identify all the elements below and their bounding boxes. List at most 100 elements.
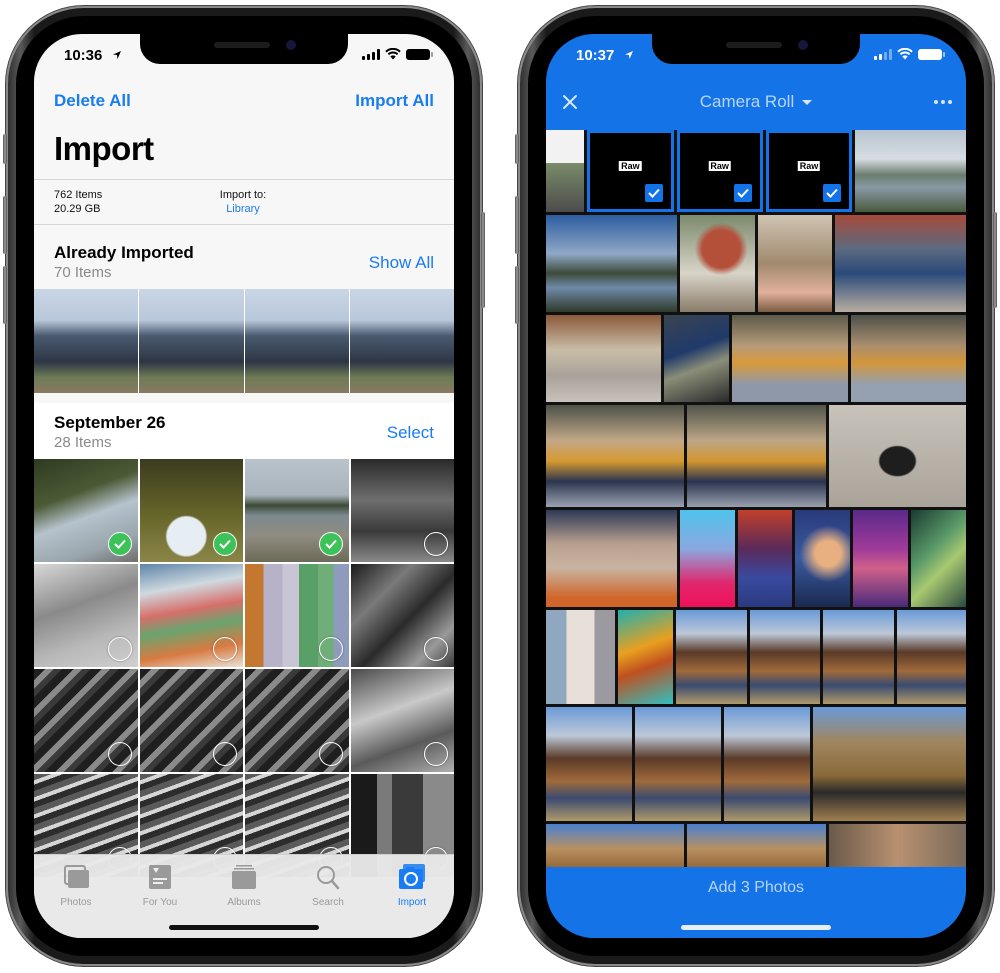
raw-photo-tile-selected[interactable]: Raw bbox=[587, 130, 674, 212]
selection-circle-icon[interactable] bbox=[213, 742, 237, 766]
battery-icon bbox=[918, 48, 945, 60]
tab-label: Albums bbox=[227, 897, 261, 908]
photo-thumbnail[interactable] bbox=[850, 315, 966, 402]
phone-frame-left: 10:36 Delete All Import All Import 762 I… bbox=[3, 6, 485, 966]
photo-thumbnail[interactable] bbox=[546, 510, 677, 607]
photo-thumbnail[interactable] bbox=[749, 610, 821, 704]
photo-thumbnail[interactable] bbox=[139, 669, 243, 772]
imported-photo-thumbnail[interactable] bbox=[349, 289, 454, 393]
tab-label: For You bbox=[142, 897, 178, 908]
photo-thumbnail[interactable] bbox=[634, 707, 721, 821]
photo-thumbnail[interactable] bbox=[664, 315, 730, 402]
home-indicator[interactable] bbox=[169, 925, 319, 930]
phone-frame-right: 10:37 Camera Roll Raw Raw Raw Add 3 Photos bbox=[515, 6, 997, 966]
photo-thumbnail[interactable] bbox=[687, 824, 826, 867]
photo-thumbnail[interactable] bbox=[139, 459, 243, 562]
photo-thumbnail[interactable] bbox=[245, 459, 349, 562]
grid-row: Raw Raw Raw bbox=[546, 130, 966, 212]
selection-circle-icon[interactable] bbox=[424, 532, 448, 556]
delete-all-button[interactable]: Delete All bbox=[54, 91, 131, 111]
tab-label: Search bbox=[312, 897, 344, 908]
raw-photo-tile-selected[interactable]: Raw bbox=[765, 130, 853, 212]
album-picker[interactable]: Camera Roll bbox=[546, 92, 966, 112]
photo-thumbnail[interactable] bbox=[855, 130, 966, 212]
cellular-signal-icon bbox=[362, 48, 380, 60]
photo-thumbnail[interactable] bbox=[34, 459, 138, 562]
imported-photo-thumbnail[interactable] bbox=[34, 289, 139, 393]
photo-thumbnail[interactable] bbox=[676, 610, 747, 704]
photo-thumbnail[interactable] bbox=[823, 610, 894, 704]
checkmark-icon[interactable] bbox=[213, 532, 237, 556]
checkmark-icon[interactable] bbox=[107, 532, 132, 556]
grid-row bbox=[546, 215, 966, 312]
imported-photo-thumbnail[interactable] bbox=[244, 289, 349, 393]
raw-badge: Raw bbox=[619, 161, 642, 172]
imported-photo-thumbnail[interactable] bbox=[139, 289, 244, 393]
photo-thumbnail[interactable] bbox=[679, 510, 735, 607]
home-indicator[interactable] bbox=[681, 925, 831, 930]
photo-thumbnail[interactable] bbox=[828, 824, 966, 867]
photo-thumbnail[interactable] bbox=[546, 824, 685, 867]
grid-row bbox=[546, 707, 966, 821]
photo-thumbnail[interactable] bbox=[723, 707, 810, 821]
selection-circle-icon[interactable] bbox=[424, 637, 448, 661]
chevron-down-icon bbox=[802, 100, 813, 106]
raw-badge: Raw bbox=[797, 161, 821, 172]
volume-down-button bbox=[515, 266, 519, 324]
photo-thumbnail[interactable] bbox=[618, 610, 674, 704]
photo-thumbnail[interactable] bbox=[896, 610, 966, 704]
photo-thumbnail[interactable] bbox=[680, 215, 755, 312]
show-all-button[interactable]: Show All bbox=[369, 253, 434, 273]
grid-row bbox=[546, 824, 966, 867]
photo-thumbnail[interactable] bbox=[757, 215, 832, 312]
import-destination-link[interactable]: Library bbox=[198, 202, 288, 216]
total-size: 20.29 GB bbox=[54, 203, 101, 215]
selection-circle-icon[interactable] bbox=[424, 742, 448, 766]
selection-circle-icon[interactable] bbox=[318, 742, 343, 766]
select-button[interactable]: Select bbox=[387, 423, 434, 443]
selection-circle-icon[interactable] bbox=[318, 637, 343, 661]
photo-thumbnail[interactable] bbox=[812, 707, 966, 821]
photo-thumbnail[interactable] bbox=[350, 564, 454, 667]
photo-thumbnail[interactable] bbox=[34, 669, 138, 772]
photo-thumbnail[interactable] bbox=[350, 459, 454, 562]
photo-thumbnail[interactable] bbox=[546, 610, 616, 704]
tab-import[interactable]: Import bbox=[370, 855, 454, 938]
selection-circle-icon[interactable] bbox=[107, 742, 132, 766]
checkbox-checked-icon[interactable] bbox=[823, 184, 842, 202]
selection-circle-icon[interactable] bbox=[213, 637, 237, 661]
photo-thumbnail[interactable] bbox=[732, 315, 848, 402]
photo-thumbnail[interactable] bbox=[245, 564, 349, 667]
checkbox-checked-icon[interactable] bbox=[733, 184, 752, 202]
photo-thumbnail[interactable] bbox=[34, 564, 138, 667]
wifi-icon bbox=[385, 48, 401, 60]
photo-thumbnail[interactable] bbox=[546, 315, 662, 402]
photo-thumbnail[interactable] bbox=[834, 215, 966, 312]
photo-thumbnail[interactable] bbox=[795, 510, 851, 607]
photo-thumbnail[interactable] bbox=[546, 405, 685, 507]
photo-thumbnail[interactable] bbox=[737, 510, 793, 607]
tab-photos[interactable]: Photos bbox=[34, 855, 118, 938]
import-all-button[interactable]: Import All bbox=[355, 91, 434, 111]
photo-thumbnail[interactable] bbox=[546, 215, 678, 312]
photo-thumbnail[interactable] bbox=[911, 510, 966, 607]
photo-thumbnail[interactable] bbox=[245, 669, 349, 772]
photo-thumbnail[interactable] bbox=[828, 405, 966, 507]
tab-label: Import bbox=[397, 897, 427, 908]
checkbox-checked-icon[interactable] bbox=[644, 184, 663, 202]
more-icon[interactable] bbox=[934, 100, 952, 104]
raw-badge: Raw bbox=[708, 161, 731, 172]
add-photos-button[interactable]: Add 3 Photos bbox=[546, 879, 966, 897]
camera-roll-screen: 10:37 Camera Roll Raw Raw Raw Add 3 Photos bbox=[546, 34, 966, 938]
photos-icon bbox=[61, 863, 91, 897]
photo-thumbnail[interactable] bbox=[687, 405, 826, 507]
photo-thumbnail[interactable] bbox=[546, 707, 632, 821]
raw-photo-tile-selected[interactable]: Raw bbox=[676, 130, 763, 212]
photo-thumbnail[interactable] bbox=[139, 564, 243, 667]
photo-thumbnail[interactable] bbox=[350, 669, 454, 772]
checkmark-icon[interactable] bbox=[318, 532, 343, 556]
photo-thumbnail[interactable] bbox=[853, 510, 909, 607]
selection-circle-icon[interactable] bbox=[107, 637, 132, 661]
photo-thumbnail[interactable] bbox=[546, 130, 585, 212]
tab-label: Photos bbox=[60, 897, 92, 908]
